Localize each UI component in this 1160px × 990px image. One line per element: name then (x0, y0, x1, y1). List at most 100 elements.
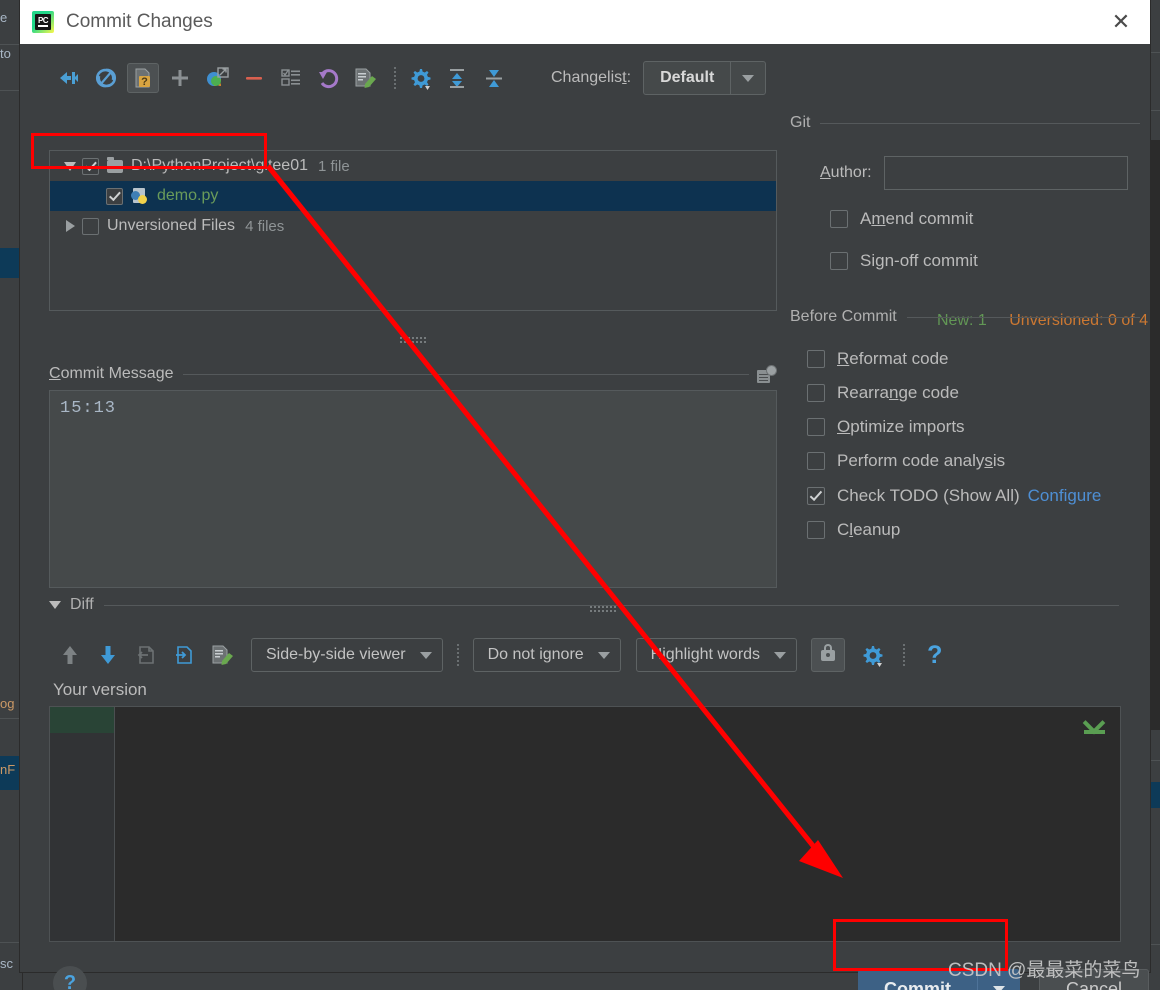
unversioned-label: Unversioned Files (107, 217, 236, 234)
configure-link[interactable]: Configure (1028, 486, 1102, 506)
reformat-mn: R (837, 349, 850, 368)
edit-source-diff-icon[interactable] (205, 639, 239, 671)
diff-section-title: Diff (70, 596, 94, 613)
edit-source-icon[interactable] (349, 63, 381, 93)
diff-settings-gear-icon[interactable] (855, 639, 889, 671)
diff-ok-checkmark-icon (1082, 711, 1108, 737)
diff-collapse-twisty-icon[interactable] (49, 601, 61, 609)
perform-code-analysis-checkbox[interactable]: Perform code analysis (807, 451, 1005, 471)
previous-difference-icon[interactable] (53, 639, 87, 671)
unversioned-checkbox[interactable] (82, 217, 99, 235)
optimize-imports-checkbox[interactable]: Optimize imports (807, 417, 965, 437)
author-input[interactable] (883, 156, 1128, 190)
diff-pane[interactable] (49, 706, 1121, 942)
collapse-all-icon[interactable] (53, 63, 85, 93)
tree-row-project-folder[interactable]: D:\PythonProject\gitee01 1 file (50, 151, 776, 181)
lock-icon[interactable] (811, 638, 846, 672)
commit-message-label-mnemonic: C (49, 365, 61, 382)
dialog-title: Commit Changes (66, 11, 213, 32)
toolbar-separator-1 (394, 67, 396, 89)
check-todo-label: Check TODO (Show All) (837, 486, 1020, 505)
author-label: Author: (820, 164, 872, 182)
tree-splitter-handle[interactable] (400, 337, 426, 343)
folder-path-label: D:\PythonProject\gitee01 (131, 157, 308, 174)
highlight-mode-dropdown[interactable]: Highlight words (635, 638, 798, 672)
author-label-rest: uthor: (830, 164, 872, 181)
commit-message-label: Commit Message (49, 365, 173, 383)
bg-divider-4 (0, 942, 22, 943)
bg-divider-2 (0, 90, 22, 91)
demo-py-checkbox[interactable] (106, 187, 123, 205)
folder-checkbox[interactable] (82, 157, 99, 175)
commit-message-header: Commit Message (49, 362, 777, 386)
commit-pre: Comm (884, 978, 941, 990)
next-difference-icon[interactable] (91, 639, 125, 671)
check-todo-checkbox-box[interactable] (807, 487, 825, 505)
cleanup-checkbox[interactable]: Cleanup (807, 520, 900, 540)
diff-section-header: Diff (49, 596, 1119, 614)
amend-commit-checkbox[interactable]: Amend commit (830, 209, 973, 229)
delete-icon[interactable] (238, 63, 270, 93)
commit-message-history-icon[interactable] (757, 365, 777, 383)
bg-text-og: og (0, 696, 15, 711)
amend-post: end commit (885, 209, 974, 228)
move-to-changelist-icon[interactable] (201, 63, 233, 93)
add-icon[interactable] (164, 63, 196, 93)
tree-row-demo-py[interactable]: demo.py (50, 181, 776, 211)
highlight-mode-value: Highlight words (650, 646, 761, 663)
rearrange-code-label: Rearrange code (837, 383, 959, 403)
perform-analysis-checkbox-box[interactable] (807, 452, 825, 470)
revert-change-icon[interactable] (129, 639, 163, 671)
twisty-down-icon[interactable] (58, 161, 82, 171)
bg-text-nf: nF (0, 762, 16, 777)
bg-divider-3 (0, 718, 22, 719)
dialog-help-button[interactable]: ? (53, 966, 87, 990)
cleanup-checkbox-box[interactable] (807, 521, 825, 539)
ignore-mode-value: Do not ignore (487, 646, 584, 663)
optimize-post: ptimize imports (850, 417, 965, 436)
reformat-code-checkbox[interactable]: Reformat code (807, 349, 949, 369)
commit-message-rule (183, 373, 749, 375)
refresh-icon[interactable] (90, 63, 122, 93)
bg-text-e: e (0, 10, 8, 25)
close-icon[interactable]: ✕ (1106, 8, 1136, 36)
changelist-dropdown[interactable]: Default (643, 61, 767, 95)
optimize-imports-checkbox-box[interactable] (807, 418, 825, 436)
changed-files-tree[interactable]: D:\PythonProject\gitee01 1 file demo.py … (49, 150, 777, 311)
git-section-title: Git (790, 114, 811, 131)
rearrange-code-checkbox[interactable]: Rearrange code (807, 383, 959, 403)
amend-commit-label: Amend commit (860, 209, 973, 229)
reformat-code-checkbox-box[interactable] (807, 350, 825, 368)
optimize-mn: O (837, 417, 851, 436)
chevron-down-icon[interactable] (730, 62, 765, 94)
sign-off-checkbox-box[interactable] (830, 252, 848, 270)
accept-change-icon[interactable] (167, 639, 201, 671)
collapse-icon[interactable] (478, 63, 510, 93)
diff-gutter (50, 707, 115, 941)
commit-message-input[interactable]: 15:13 (49, 390, 777, 588)
expand-icon[interactable] (441, 63, 473, 93)
cleanup-pre: C (837, 520, 850, 539)
check-todo-checkbox[interactable]: Check TODO (Show All) Configure (807, 486, 1101, 506)
rollback-icon[interactable] (312, 63, 344, 93)
git-section-rule (820, 122, 1140, 124)
csdn-watermark: CSDN @最最菜的菜鸟 (948, 960, 1141, 981)
group-by-icon[interactable] (275, 63, 307, 93)
rearrange-post: ge code (898, 383, 959, 402)
twisty-right-icon[interactable] (58, 220, 82, 232)
ignore-mode-dropdown[interactable]: Do not ignore (472, 638, 621, 672)
perform-analysis-label: Perform code analysis (837, 451, 1005, 471)
author-row: Author: (820, 156, 1128, 190)
svg-text:?: ? (141, 76, 148, 88)
changelist-label: Changelist: (551, 69, 631, 87)
sign-off-commit-checkbox[interactable]: Sign-off commit (830, 251, 978, 271)
viewer-mode-dropdown[interactable]: Side-by-side viewer (251, 638, 443, 672)
tree-row-unversioned-files[interactable]: Unversioned Files 4 files (50, 211, 776, 241)
bg-selection-1 (0, 248, 22, 278)
settings-gear-icon[interactable] (404, 63, 436, 93)
amend-commit-checkbox-box[interactable] (830, 210, 848, 228)
folder-icon (107, 156, 123, 173)
show-unversioned-icon[interactable]: ? (127, 63, 159, 93)
diff-help-icon[interactable]: ? (927, 642, 942, 668)
rearrange-code-checkbox-box[interactable] (807, 384, 825, 402)
